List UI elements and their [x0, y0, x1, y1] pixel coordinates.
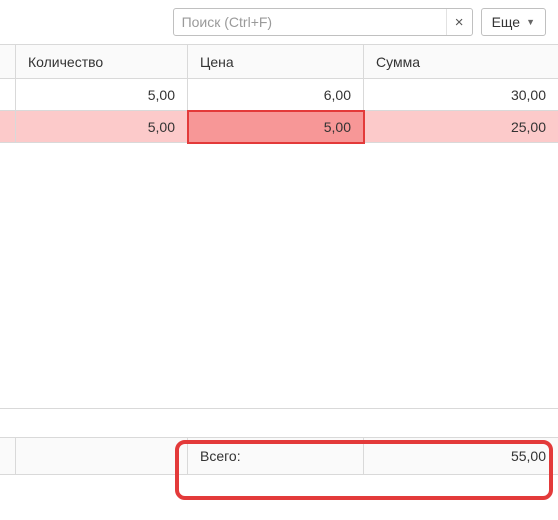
- cell-sum[interactable]: 30,00: [364, 79, 558, 111]
- cell-quantity[interactable]: 5,00: [16, 111, 188, 143]
- more-button[interactable]: Еще ▼: [481, 8, 546, 36]
- footer-total-label: Всего:: [188, 438, 364, 474]
- table-row[interactable]: 5,005,0025,00: [0, 111, 558, 143]
- cell-price[interactable]: 6,00: [188, 79, 364, 111]
- header-quantity[interactable]: Количество: [16, 45, 188, 79]
- grid-header: Количество Цена Сумма: [0, 45, 558, 79]
- row-lead: [0, 111, 16, 143]
- footer-total-value: 55,00: [364, 438, 558, 474]
- cell-price[interactable]: 5,00: [188, 111, 364, 143]
- header-price[interactable]: Цена: [188, 45, 364, 79]
- header-lead: [0, 45, 16, 79]
- search-field: ×: [173, 8, 473, 36]
- header-sum[interactable]: Сумма: [364, 45, 558, 79]
- cell-sum[interactable]: 25,00: [364, 111, 558, 143]
- data-grid: Количество Цена Сумма 5,006,0030,005,005…: [0, 44, 558, 409]
- more-button-label: Еще: [492, 14, 521, 30]
- grid-body: 5,006,0030,005,005,0025,00: [0, 79, 558, 409]
- clear-search-button[interactable]: ×: [446, 9, 472, 35]
- toolbar: × Еще ▼: [0, 0, 558, 44]
- chevron-down-icon: ▼: [526, 17, 535, 27]
- table-row[interactable]: 5,006,0030,00: [0, 79, 558, 111]
- footer-qty-cell: [16, 438, 188, 474]
- search-input[interactable]: [173, 8, 473, 36]
- cell-quantity[interactable]: 5,00: [16, 79, 188, 111]
- footer-row: Всего: 55,00: [0, 437, 558, 475]
- footer-lead: [0, 438, 16, 474]
- row-lead: [0, 79, 16, 111]
